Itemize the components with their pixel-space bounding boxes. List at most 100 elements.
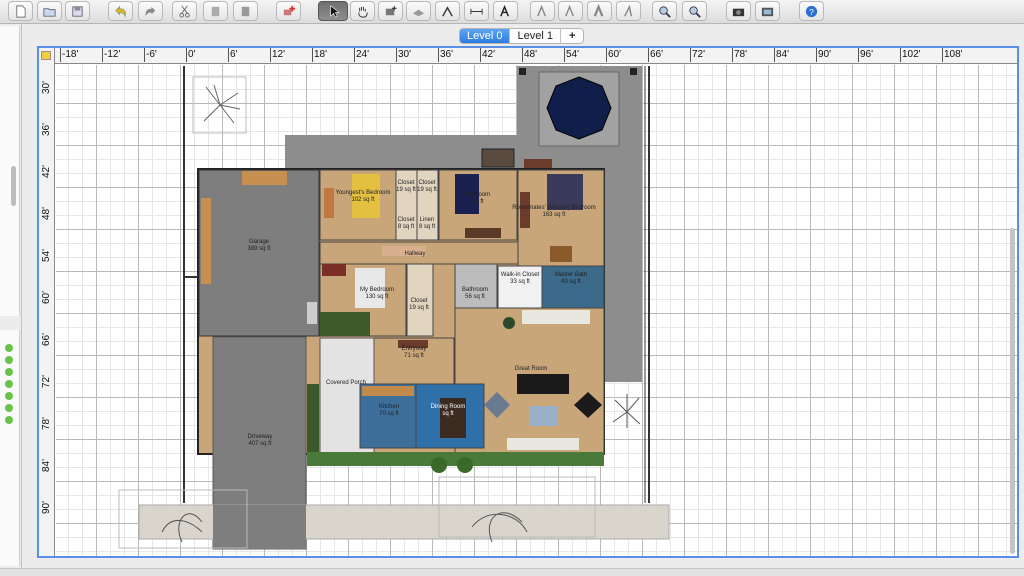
create-walls-icon — [385, 5, 397, 15]
level-tabs: Level 0 Level 1 + — [459, 28, 585, 44]
visible-check-icon[interactable] — [5, 380, 13, 388]
new-document-icon — [16, 4, 26, 18]
floor-plan-drawing — [118, 66, 670, 550]
ruler-tick-label: 36' — [41, 122, 52, 136]
room-label-great-room: Great Room — [514, 366, 548, 372]
visible-check-icon[interactable] — [5, 368, 13, 376]
ruler-tick-label: 84' — [773, 48, 790, 62]
copy-button[interactable] — [203, 1, 228, 21]
text-style-button-2[interactable] — [558, 1, 583, 21]
svg-text:?: ? — [809, 6, 814, 16]
tab-level-0[interactable]: Level 0 — [460, 29, 511, 43]
side-terrace — [602, 150, 642, 382]
furniture-catalog-panel[interactable] — [0, 26, 20, 316]
ruler-tick-label: 108' — [942, 48, 963, 62]
room-label-driveway: Driveway 407 sq ft — [247, 434, 273, 447]
create-polylines-button[interactable] — [435, 1, 460, 21]
room-label-closet-3: Closet 19 sq ft — [409, 298, 429, 311]
open-button[interactable] — [37, 1, 62, 21]
vertical-ruler: 30' 36' 42' 48' 54' 60' 66' 72' 78' 84' … — [39, 48, 55, 556]
room-label-master-bedroom: Roommates' (Master) Bedroom 163 sq ft — [512, 205, 596, 218]
patio-umbrella — [546, 76, 612, 140]
help-button[interactable]: ? — [799, 1, 824, 21]
create-polylines-icon — [442, 5, 453, 17]
horizontal-ruler: -18' -12' -6' 0' 6' 12' 18' 24' 30' 36' … — [39, 48, 1017, 64]
ruler-tick-label: 48' — [521, 48, 538, 62]
save-button[interactable] — [65, 1, 90, 21]
ruler-tick-label: 6' — [227, 48, 238, 62]
visible-check-icon[interactable] — [5, 344, 13, 352]
paste-button[interactable] — [233, 1, 258, 21]
ruler-tick-label: 60' — [41, 290, 52, 304]
tab-level-1[interactable]: Level 1 — [510, 29, 561, 43]
ruler-tick-label: 42' — [41, 164, 52, 178]
visible-check-icon[interactable] — [5, 392, 13, 400]
catalog-scrollbar[interactable] — [11, 166, 16, 206]
create-dimensions-button[interactable] — [464, 1, 489, 21]
add-text-icon — [500, 4, 509, 16]
ruler-tick-label: 78' — [41, 416, 52, 430]
zoom-out-icon — [689, 5, 701, 18]
room-label-entryway: Entryway 71 sq ft — [401, 346, 427, 359]
add-level-button[interactable]: + — [561, 29, 583, 43]
redo-icon — [145, 6, 156, 16]
visible-check-icon[interactable] — [5, 416, 13, 424]
bold-button[interactable] — [587, 1, 612, 21]
room-label-kitchen: Kitchen 70 sq ft — [378, 404, 399, 417]
add-text-button[interactable] — [493, 1, 518, 21]
ruler-tick-label: -18' — [59, 48, 79, 62]
create-dimensions-icon — [470, 8, 483, 14]
select-arrow-icon — [329, 4, 340, 18]
tree-symbol — [192, 76, 247, 134]
ruler-tick-label: 30' — [395, 48, 412, 62]
create-walls-button[interactable] — [378, 1, 403, 21]
room-label-garage: Garage 389 sq ft — [247, 239, 271, 252]
ruler-tick-label: 72' — [41, 374, 52, 388]
ruler-tick-label: 24' — [353, 48, 370, 62]
ruler-tick-label: 18' — [311, 48, 328, 62]
create-photo-button[interactable] — [726, 1, 751, 21]
add-furniture-button[interactable] — [276, 1, 301, 21]
ruler-tick-label: 90' — [815, 48, 832, 62]
room-label-master-bath: Master Bath 43 sq ft — [554, 272, 588, 285]
cut-icon — [179, 5, 190, 18]
ruler-tick-label: 102' — [900, 48, 921, 62]
plan-vertical-scrollbar[interactable] — [1010, 228, 1015, 554]
ruler-tick-label: 54' — [563, 48, 580, 62]
ruler-tick-label: 54' — [41, 248, 52, 262]
help-icon: ? — [805, 5, 818, 17]
create-video-button[interactable] — [755, 1, 780, 21]
italic-button[interactable] — [616, 1, 641, 21]
visible-check-icon[interactable] — [5, 356, 13, 364]
plan-view[interactable]: Youngest's Bedroom 102 sq ft Closet 19 sq … — [37, 46, 1019, 558]
ruler-tick-label: 12' — [269, 48, 286, 62]
panel-splitter[interactable] — [2, 320, 18, 326]
undo-button[interactable] — [108, 1, 133, 21]
room-label-bathroom: Bathroom 56 sq ft — [461, 287, 488, 300]
text-bold-icon — [593, 3, 604, 17]
pan-hand-icon — [358, 6, 368, 18]
cut-button[interactable] — [172, 1, 197, 21]
ruler-corner-icon[interactable] — [41, 51, 51, 60]
create-rooms-button[interactable] — [406, 1, 431, 21]
ruler-tick-label: -12' — [101, 48, 121, 62]
redo-button[interactable] — [138, 1, 163, 21]
room-label-hallway: Hallway — [404, 251, 426, 257]
select-mode-button[interactable] — [318, 1, 348, 21]
pan-mode-button[interactable] — [350, 1, 375, 21]
zoom-out-button[interactable] — [682, 1, 707, 21]
furniture-list-panel[interactable] — [0, 330, 20, 566]
text-italic-icon — [624, 4, 633, 17]
zoom-in-button[interactable] — [652, 1, 677, 21]
room-label-my-bedroom: My Bedroom 130 sq ft — [359, 287, 394, 300]
text-style-button-1[interactable] — [530, 1, 555, 21]
new-document-button[interactable] — [8, 1, 33, 21]
room-label-linen: Linen 8 sq ft — [418, 217, 436, 230]
undo-icon — [115, 5, 126, 18]
add-furniture-icon — [283, 5, 296, 15]
ruler-tick-label: 78' — [731, 48, 748, 62]
visible-check-icon[interactable] — [5, 404, 13, 412]
create-photo-icon — [732, 8, 745, 16]
ruler-tick-label: 36' — [437, 48, 454, 62]
main-toolbar: ? — [0, 0, 1024, 24]
